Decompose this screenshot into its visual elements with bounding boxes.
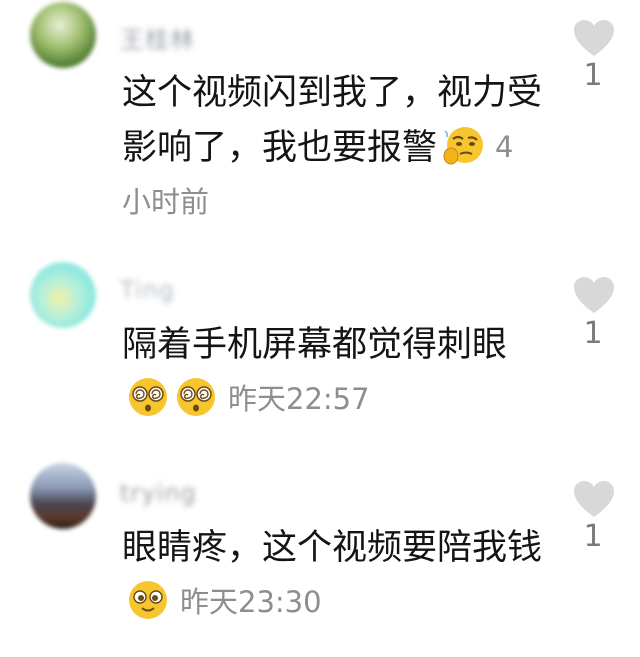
comment-text: 这个视频闪到我了，视力受影响了，我也要报警 4小时前 bbox=[122, 66, 542, 230]
like-count: 1 bbox=[583, 316, 603, 351]
username[interactable]: trying bbox=[120, 479, 197, 507]
comment-item: 王桂林 这个视频闪到我了，视力受影响了，我也要报警 4小时前 1 bbox=[0, 0, 640, 250]
like-heart-icon[interactable] bbox=[572, 275, 616, 315]
comment-body: 眼睛疼，这个视频要陪我钱 bbox=[122, 528, 543, 568]
like-count: 1 bbox=[583, 58, 603, 93]
avatar[interactable] bbox=[30, 2, 96, 68]
avatar[interactable] bbox=[30, 463, 96, 529]
dizzy-eyes-emoji-icon bbox=[177, 378, 215, 416]
avatar[interactable] bbox=[30, 262, 96, 328]
comment-item: trying 眼睛疼，这个视频要陪我钱 昨天23:30 1 bbox=[0, 455, 640, 655]
username[interactable]: Ting bbox=[120, 276, 175, 304]
username[interactable]: 王桂林 bbox=[120, 20, 195, 54]
dizzy-eyes-emoji-icon bbox=[129, 378, 167, 416]
comment-body: 隔着手机屏幕都觉得刺眼 bbox=[122, 325, 508, 365]
comment-text: 隔着手机屏幕都觉得刺眼 昨天22:57 bbox=[122, 318, 542, 427]
comment-text: 眼睛疼，这个视频要陪我钱 昨天23:30 bbox=[122, 521, 542, 630]
like-heart-icon[interactable] bbox=[572, 18, 616, 58]
like-heart-icon[interactable] bbox=[572, 479, 616, 519]
comment-time: 昨天23:30 bbox=[180, 585, 322, 619]
smiling-emoji-icon bbox=[129, 581, 167, 619]
thinking-emoji-icon bbox=[443, 127, 484, 165]
comment-item: Ting 隔着手机屏幕都觉得刺眼 昨天22:57 1 bbox=[0, 250, 640, 450]
like-count: 1 bbox=[583, 519, 603, 554]
comment-time: 昨天22:57 bbox=[228, 382, 370, 416]
